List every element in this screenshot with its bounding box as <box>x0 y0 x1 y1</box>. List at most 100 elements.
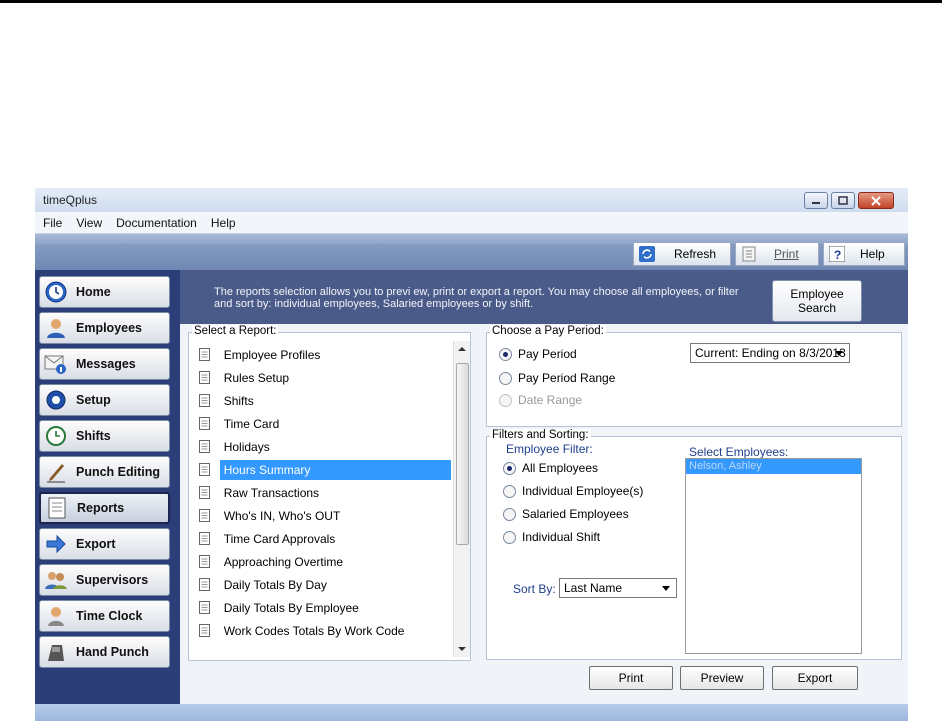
minimize-button[interactable] <box>804 192 828 209</box>
nav-setup[interactable]: Setup <box>39 384 170 416</box>
radio-button[interactable] <box>503 507 516 521</box>
report-item[interactable]: Time Card Approvals <box>193 527 451 550</box>
menu-file[interactable]: File <box>43 216 62 230</box>
sidebar: Home Employees Messages Setup Shifts Pun… <box>35 270 180 704</box>
report-item[interactable]: Who's IN, Who's OUT <box>193 504 451 527</box>
report-item[interactable]: Daily Totals By Day <box>193 573 451 596</box>
pay-period-select[interactable]: Current: Ending on 8/3/2013 <box>690 343 850 363</box>
report-item[interactable]: Daily Totals By Employee <box>193 596 451 619</box>
minimize-icon <box>812 201 820 204</box>
pay-period-select-value: Current: Ending on 8/3/2013 <box>695 346 846 360</box>
menu-documentation[interactable]: Documentation <box>116 216 197 230</box>
report-item-label: Hours Summary <box>219 459 451 480</box>
report-item[interactable]: Employee Profiles <box>193 343 451 366</box>
nav-shifts[interactable]: Shifts <box>39 420 170 452</box>
select-employees-label: Select Employees: <box>689 445 789 459</box>
export-button[interactable]: Export <box>772 666 858 690</box>
nav-supervisors-label: Supervisors <box>76 573 149 587</box>
help-toolbar-button[interactable]: ? Help <box>823 242 905 266</box>
employee-list-item[interactable]: Nelson, Ashley <box>686 459 861 474</box>
help-toolbar-label: Help <box>860 247 885 261</box>
nav-employees[interactable]: Employees <box>39 312 170 344</box>
toolbar: Refresh Print ? Help <box>35 234 908 270</box>
document-icon <box>199 417 210 430</box>
radio-button[interactable] <box>503 530 516 544</box>
report-item[interactable]: Raw Transactions <box>193 481 451 504</box>
top-border-line <box>0 0 942 3</box>
menu-help[interactable]: Help <box>211 216 236 230</box>
preview-button[interactable]: Preview <box>680 666 764 690</box>
all-employees-radio[interactable]: All Employees <box>503 461 598 475</box>
nav-hand-punch[interactable]: Hand Punch <box>39 636 170 668</box>
sort-by-select[interactable]: Last Name <box>559 578 677 598</box>
envelope-icon <box>44 352 68 376</box>
print-button[interactable]: Print <box>589 666 673 690</box>
close-button[interactable] <box>858 192 894 209</box>
report-item[interactable]: Holidays <box>193 435 451 458</box>
radio-button[interactable] <box>503 484 516 498</box>
pay-period-range-label: Pay Period Range <box>518 371 616 385</box>
nav-reports[interactable]: Reports <box>39 492 170 524</box>
pay-period-range-radio[interactable]: Pay Period Range <box>499 371 615 385</box>
print-toolbar-button[interactable]: Print <box>735 242 819 266</box>
nav-reports-label: Reports <box>77 501 125 515</box>
report-item-label: Time Card Approvals <box>223 531 336 546</box>
refresh-icon <box>638 245 656 263</box>
individual-employees-radio[interactable]: Individual Employee(s) <box>503 484 643 498</box>
report-scrollbar[interactable] <box>453 341 470 657</box>
nav-supervisors[interactable]: Supervisors <box>39 564 170 596</box>
filters-legend: Filters and Sorting: <box>490 429 591 441</box>
employee-list[interactable]: Nelson, Ashley <box>685 458 862 654</box>
nav-punch-editing[interactable]: Punch Editing <box>39 456 170 488</box>
pay-period-label: Pay Period <box>518 347 577 361</box>
nav-messages[interactable]: Messages <box>39 348 170 380</box>
menu-bar: File View Documentation Help <box>35 212 908 234</box>
report-item[interactable]: Time Card <box>193 412 451 435</box>
nav-time-clock[interactable]: Time Clock <box>39 600 170 632</box>
scrollbar-thumb[interactable] <box>456 363 469 545</box>
pay-period-group: Choose a Pay Period: Pay Period Pay Peri… <box>486 325 902 427</box>
maximize-icon <box>838 196 848 205</box>
pencil-icon <box>44 460 68 484</box>
maximize-button[interactable] <box>831 192 855 209</box>
pay-period-radio[interactable]: Pay Period <box>499 347 577 361</box>
nav-home[interactable]: Home <box>39 276 170 308</box>
employee-search-button[interactable]: Employee Search <box>772 280 862 322</box>
info-bar: The reports selection allows you to prev… <box>180 270 908 324</box>
report-group: Select a Report: Employee Profiles Rules… <box>188 325 471 661</box>
report-item[interactable]: Rules Setup <box>193 366 451 389</box>
document-icon <box>199 371 210 384</box>
individual-shift-radio[interactable]: Individual Shift <box>503 530 600 544</box>
report-item-label: Raw Transactions <box>223 485 320 500</box>
all-employees-label: All Employees <box>522 461 599 475</box>
nav-hand-punch-label: Hand Punch <box>76 645 149 659</box>
nav-home-label: Home <box>76 285 111 299</box>
nav-export[interactable]: Export <box>39 528 170 560</box>
report-item-label: Time Card <box>223 416 280 431</box>
report-item-selected[interactable]: Hours Summary <box>193 458 451 481</box>
window-title: timeQplus <box>43 193 98 207</box>
radio-button[interactable] <box>503 461 516 475</box>
scroll-down-icon[interactable] <box>455 643 469 655</box>
menu-view[interactable]: View <box>76 216 102 230</box>
scroll-up-icon[interactable] <box>455 343 469 355</box>
content-area: The reports selection allows you to prev… <box>180 270 908 704</box>
refresh-button[interactable]: Refresh <box>633 242 731 266</box>
radio-button[interactable] <box>499 347 512 361</box>
radio-button[interactable] <box>499 371 512 385</box>
nav-setup-label: Setup <box>76 393 111 407</box>
report-item-label: Rules Setup <box>223 370 290 385</box>
report-item[interactable]: Approaching Overtime <box>193 550 451 573</box>
report-item[interactable]: Shifts <box>193 389 451 412</box>
document-icon <box>199 601 210 614</box>
document-icon <box>199 578 210 591</box>
status-bar <box>35 704 908 721</box>
salaried-employees-radio[interactable]: Salaried Employees <box>503 507 629 521</box>
report-item-label: Holidays <box>223 439 270 454</box>
report-item[interactable]: Work Codes Totals By Work Code <box>193 619 451 642</box>
report-item-label: Who's IN, Who's OUT <box>223 508 341 523</box>
nav-employees-label: Employees <box>76 321 143 335</box>
date-range-radio: Date Range <box>499 393 582 407</box>
title-bar: timeQplus <box>35 188 908 213</box>
report-legend: Select a Report: <box>192 325 279 337</box>
